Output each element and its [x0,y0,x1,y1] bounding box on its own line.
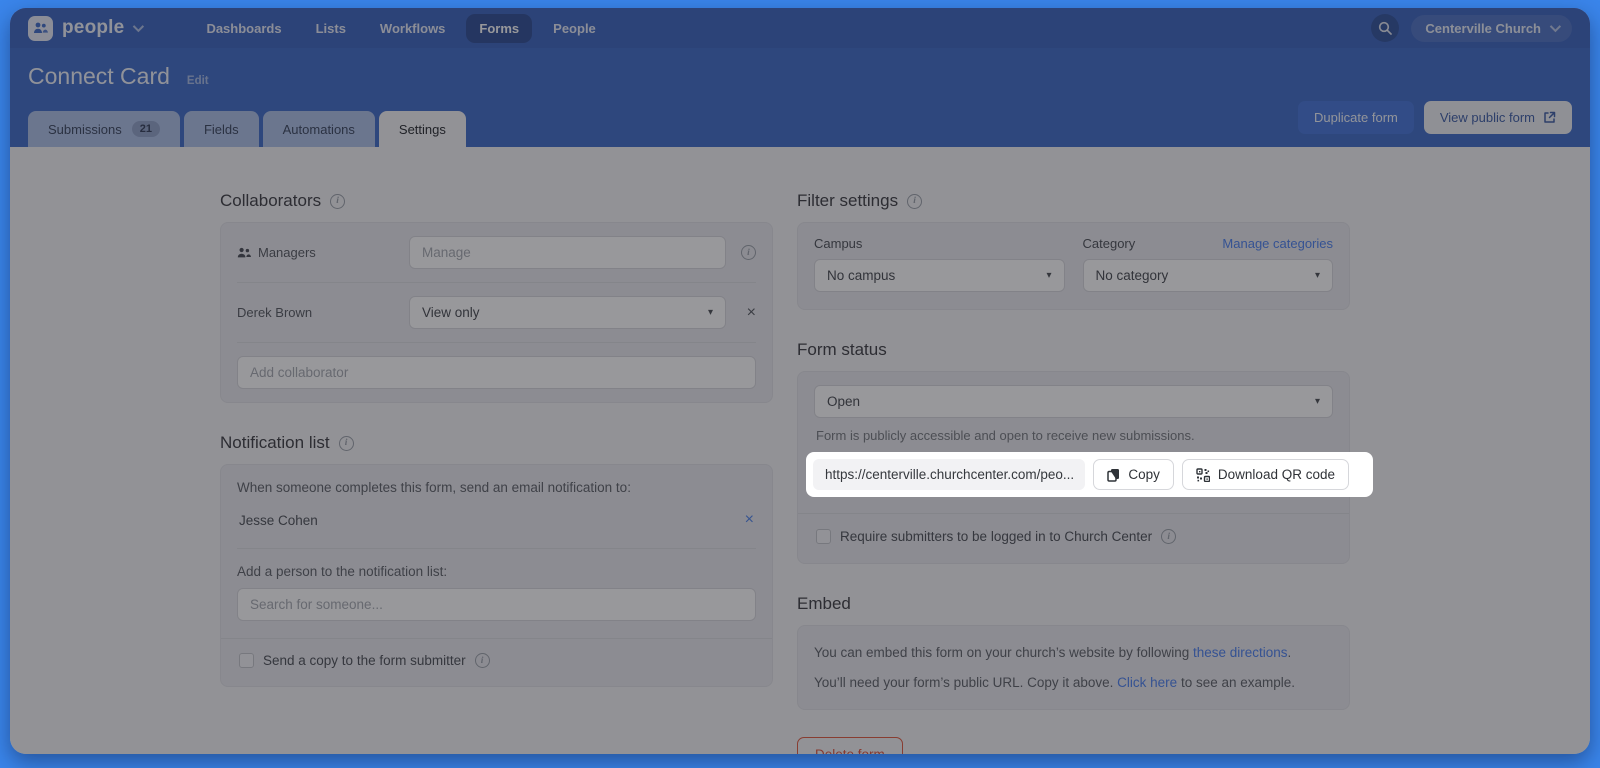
nav-item-lists[interactable]: Lists [303,14,359,43]
page-header: Connect Card Edit Submissions 21 Fields … [10,48,1590,147]
notification-list-section: Notification list When someone completes… [220,433,773,687]
managers-input[interactable] [409,236,726,269]
search-person-input[interactable] [237,588,756,621]
collaborators-heading: Collaborators [220,191,321,211]
form-tabs: Submissions 21 Fields Automations Settin… [28,111,466,147]
nav-item-forms[interactable]: Forms [466,14,532,43]
filter-settings-heading: Filter settings [797,191,898,211]
caret-down-icon: ▾ [1046,270,1051,281]
info-icon[interactable] [1161,529,1176,544]
duplicate-form-button[interactable]: Duplicate form [1298,101,1414,134]
top-navigation-bar: people Dashboards Lists Workflows Forms … [10,8,1590,48]
left-column: Collaborators Managers [220,191,773,754]
public-url-spotlight: https://centerville.churchcenter.com/peo… [806,452,1373,497]
collaborator-name: Derek Brown [237,305,409,320]
caret-down-icon: ▾ [1315,270,1320,281]
qr-code-icon [1196,468,1210,482]
filter-settings-section: Filter settings Campus No campus ▾ [797,191,1350,310]
nav-item-workflows[interactable]: Workflows [367,14,459,43]
public-url-field[interactable]: https://centerville.churchcenter.com/peo… [813,459,1085,490]
external-link-icon [1543,111,1556,124]
caret-down-icon: ▾ [708,307,713,318]
search-button[interactable] [1371,14,1399,42]
campus-field: Campus No campus ▾ [814,236,1065,292]
click-here-link[interactable]: Click here [1117,675,1177,690]
require-login-label: Require submitters to be logged in to Ch… [840,529,1152,544]
tab-settings[interactable]: Settings [379,111,466,147]
send-copy-checkbox[interactable] [239,653,254,668]
app-window: people Dashboards Lists Workflows Forms … [10,8,1590,754]
tab-submissions[interactable]: Submissions 21 [28,111,180,147]
form-status-description: Form is publicly accessible and open to … [816,428,1331,443]
people-logo-icon [28,16,53,41]
send-copy-row: Send a copy to the form submitter [237,639,756,671]
info-icon[interactable] [475,653,490,668]
form-status-select[interactable]: Open ▾ [814,385,1333,418]
campus-select[interactable]: No campus ▾ [814,259,1065,292]
form-status-section: Form status Open ▾ Form is publicly acce… [797,340,1350,564]
managers-row: Managers [221,223,772,282]
require-login-checkbox[interactable] [816,529,831,544]
managers-icon [237,247,251,259]
chevron-down-icon [1550,21,1561,32]
embed-line-2: You’ll need your form’s public URL. Copy… [814,675,1333,690]
remove-collaborator-icon[interactable]: × [747,305,756,321]
permission-select[interactable]: View only ▾ [409,296,726,329]
right-column: Filter settings Campus No campus ▾ [797,191,1350,754]
nav-item-people[interactable]: People [540,14,609,43]
manage-categories-link[interactable]: Manage categories [1222,236,1333,251]
remove-person-icon[interactable]: × [745,512,754,528]
add-collaborator-input[interactable] [237,356,756,389]
product-name: people [62,17,124,39]
top-chrome: people Dashboards Lists Workflows Forms … [10,8,1590,147]
submissions-count-badge: 21 [132,121,160,137]
embed-section: Embed You can embed this form on your ch… [797,594,1350,754]
search-icon [1378,21,1392,35]
notification-person-row: Jesse Cohen × [237,495,756,548]
copy-url-button[interactable]: Copy [1093,459,1174,490]
chevron-down-icon [133,21,144,32]
primary-nav: Dashboards Lists Workflows Forms People [193,14,608,43]
page-title: Connect Card [28,63,170,90]
caret-down-icon: ▾ [1315,396,1320,407]
product-switcher[interactable]: people [28,16,141,41]
edit-title-link[interactable]: Edit [187,75,209,87]
tab-fields[interactable]: Fields [184,111,259,147]
require-login-row: Require submitters to be logged in to Ch… [814,514,1333,559]
topbar-right: Centerville Church [1371,14,1572,42]
category-select[interactable]: No category ▾ [1083,259,1334,292]
send-copy-label: Send a copy to the form submitter [263,653,466,668]
nav-item-dashboards[interactable]: Dashboards [193,14,294,43]
account-name: Centerville Church [1425,21,1541,36]
add-collaborator-row [221,343,772,402]
copy-icon [1107,468,1120,482]
notification-intro: When someone completes this form, send a… [237,480,756,495]
category-label: Category [1083,236,1136,251]
tab-automations[interactable]: Automations [263,111,375,147]
form-status-heading: Form status [797,340,887,360]
info-icon[interactable] [339,436,354,451]
info-icon[interactable] [907,194,922,209]
campus-label: Campus [814,236,862,251]
embed-heading: Embed [797,594,851,614]
embed-line-1: You can embed this form on your church’s… [814,645,1333,660]
info-icon[interactable] [741,245,756,260]
account-switcher[interactable]: Centerville Church [1411,15,1572,42]
view-public-form-button[interactable]: View public form [1424,101,1572,134]
download-qr-button[interactable]: Download QR code [1182,459,1349,490]
collaborator-row: Derek Brown View only ▾ × [221,283,772,342]
settings-content: Collaborators Managers [10,147,1590,754]
info-icon[interactable] [330,194,345,209]
collaborators-section: Collaborators Managers [220,191,773,403]
add-person-label: Add a person to the notification list: [237,564,756,579]
category-field: Category Manage categories No category ▾ [1083,236,1334,292]
these-directions-link[interactable]: these directions [1193,645,1288,660]
delete-form-button[interactable]: Delete form [797,737,903,754]
notification-list-heading: Notification list [220,433,330,453]
managers-label: Managers [237,245,409,260]
notification-person-name: Jesse Cohen [239,513,318,528]
